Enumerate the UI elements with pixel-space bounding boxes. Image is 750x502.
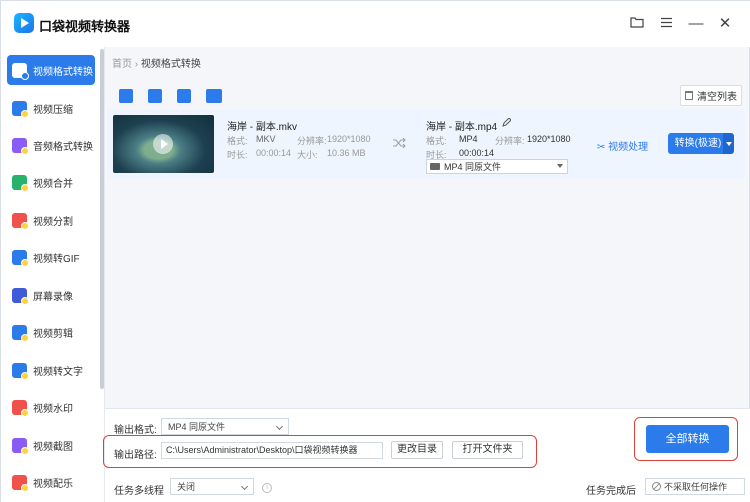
- breadcrumb-current: 视频格式转换: [140, 59, 201, 70]
- ban-icon: [652, 482, 661, 491]
- multithread-label: 任务多线程: [114, 486, 164, 497]
- convert-button[interactable]: 转换(极速): [668, 133, 728, 154]
- info-icon[interactable]: i: [262, 483, 272, 493]
- source-res-label: 分辨率:: [297, 136, 327, 146]
- after-done-select[interactable]: 不采取任何操作: [645, 478, 745, 495]
- title-bar: 口袋视频转换器 — ✕: [1, 1, 750, 47]
- minimize-icon[interactable]: —: [687, 15, 705, 33]
- sidebar-item-label: 视频剪辑: [33, 328, 73, 340]
- video-process-link[interactable]: ✂ 视频处理: [597, 138, 648, 153]
- multithread-select[interactable]: 关闭: [170, 478, 254, 495]
- sidebar-item-compress[interactable]: 视频压缩: [7, 93, 95, 123]
- play-icon[interactable]: [153, 134, 173, 154]
- output-path-label: 输出路径:: [114, 450, 157, 461]
- sidebar-item-video-convert[interactable]: 视频格式转换: [7, 55, 95, 85]
- sidebar-item-label: 视频格式转换: [33, 66, 93, 78]
- sidebar-item-label: 视频截图: [33, 441, 73, 453]
- source-duration: 00:00:14: [256, 148, 292, 158]
- chevron-down-icon: [557, 164, 563, 168]
- sidebar-item-label: 视频合并: [33, 178, 73, 190]
- breadcrumb-home[interactable]: 首页: [112, 59, 132, 70]
- breadcrumb: 首页 › 视频格式转换: [112, 59, 201, 70]
- source-size-label: 大小:: [297, 150, 318, 160]
- app-window: 口袋视频转换器 — ✕ 视频格式转换 视频压缩 音频格式转换 视频合并 视频分割 视频转G…: [0, 0, 750, 502]
- output-path-field[interactable]: C:\Users\Administrator\Desktop\口袋视频转换器: [161, 442, 383, 459]
- audio-icon: [12, 137, 29, 155]
- output-format-select[interactable]: MP4 同原文件: [161, 418, 289, 435]
- target-file-name: 海岸 - 副本.mp4: [426, 122, 498, 133]
- text-icon: [12, 362, 29, 380]
- target-res: 1920*1080: [527, 134, 571, 144]
- change-directory-button[interactable]: 更改目录: [391, 441, 443, 459]
- music-icon: [12, 474, 29, 492]
- source-file-name: 海岸 - 副本.mkv: [227, 122, 297, 133]
- sidebar-item-label: 视频分割: [33, 216, 73, 228]
- app-logo-icon: [14, 13, 34, 33]
- sidebar-item-label: 音频格式转换: [33, 141, 93, 153]
- target-res-label: 分辨率:: [495, 136, 525, 146]
- sidebar-item-label: 视频水印: [33, 403, 73, 415]
- video-camera-icon: [430, 163, 440, 170]
- gif-icon: [12, 249, 29, 267]
- scissors-icon: ✂: [597, 142, 606, 153]
- sidebar-item-split[interactable]: 视频分割: [7, 205, 95, 235]
- sidebar-item-music[interactable]: 视频配乐: [7, 467, 95, 497]
- after-done-label: 任务完成后: [586, 486, 636, 497]
- app-title: 口袋视频转换器: [39, 19, 131, 34]
- sidebar-scrollbar[interactable]: [100, 49, 104, 389]
- source-format-label: 格式:: [227, 136, 248, 146]
- m3u8-icon[interactable]: [206, 89, 222, 103]
- shuffle-icon: [393, 137, 406, 151]
- target-format: MP4: [459, 134, 478, 144]
- source-size: 10.36 MB: [327, 148, 366, 158]
- sidebar-item-label: 视频转文字: [33, 366, 83, 378]
- chevron-down-icon: [275, 422, 284, 431]
- open-folder-button[interactable]: 打开文件夹: [452, 441, 523, 459]
- sidebar-item-gif[interactable]: 视频转GIF: [7, 242, 95, 272]
- merge-icon: [12, 174, 29, 192]
- edit-icon: [12, 324, 29, 342]
- split-icon: [12, 212, 29, 230]
- screenshot-icon: [12, 437, 29, 455]
- sidebar-item-edit[interactable]: 视频剪辑: [7, 317, 95, 347]
- rename-icon[interactable]: [502, 117, 512, 130]
- sidebar-item-label: 视频配乐: [33, 478, 73, 490]
- output-format-label: 输出格式:: [114, 425, 157, 436]
- clear-list-button[interactable]: 清空列表: [680, 85, 742, 106]
- sidebar-item-record[interactable]: 屏幕录像: [7, 280, 95, 310]
- sidebar-item-label: 视频压缩: [33, 104, 73, 116]
- sidebar-item-audio[interactable]: 音频格式转换: [7, 130, 95, 160]
- watermark-icon: [12, 399, 29, 417]
- trash-icon: [685, 91, 693, 100]
- convert-dropdown-icon[interactable]: [723, 133, 734, 154]
- target-format-label: 格式:: [426, 136, 447, 146]
- batch-icon[interactable]: [177, 89, 191, 103]
- video-convert-icon: [12, 62, 29, 80]
- target-format-select[interactable]: MP4 同原文件: [426, 159, 568, 174]
- sidebar-item-text[interactable]: 视频转文字: [7, 355, 95, 385]
- add-folder-icon[interactable]: [148, 89, 162, 103]
- convert-all-button[interactable]: 全部转换: [646, 425, 729, 453]
- sidebar-item-screenshot[interactable]: 视频截图: [7, 430, 95, 460]
- target-duration: 00:00:14: [459, 148, 495, 158]
- source-duration-label: 时长:: [227, 150, 248, 160]
- chevron-down-icon: [240, 482, 249, 491]
- sidebar-item-label: 屏幕录像: [33, 291, 73, 303]
- compress-icon: [12, 100, 29, 118]
- clear-list-label: 清空列表: [697, 92, 737, 103]
- sidebar-item-watermark[interactable]: 视频水印: [7, 392, 95, 422]
- add-file-icon[interactable]: [119, 89, 133, 103]
- record-icon: [12, 287, 29, 305]
- sidebar-item-merge[interactable]: 视频合并: [7, 167, 95, 197]
- menu-icon[interactable]: [657, 15, 675, 33]
- video-thumbnail[interactable]: [113, 115, 214, 173]
- source-format: MKV: [256, 134, 276, 144]
- folder-icon[interactable]: [628, 15, 646, 33]
- sidebar-item-label: 视频转GIF: [33, 253, 80, 265]
- close-icon[interactable]: ✕: [716, 15, 734, 33]
- source-res: 1920*1080: [327, 134, 371, 144]
